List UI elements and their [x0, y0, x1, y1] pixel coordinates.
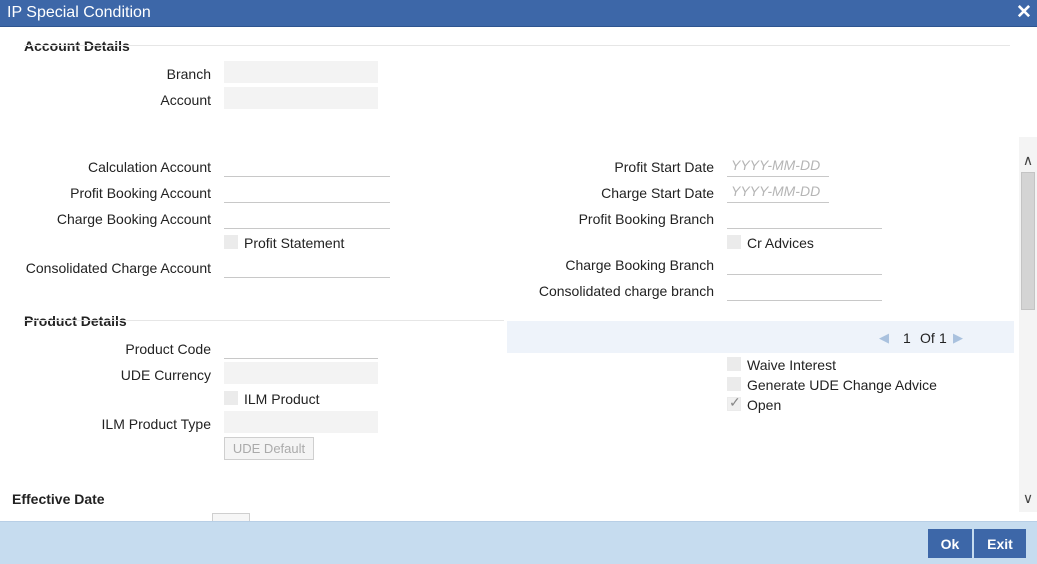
- product-code-input[interactable]: [224, 335, 378, 359]
- generate-ude-change-advice-label: Generate UDE Change Advice: [747, 377, 937, 393]
- generate-ude-change-advice-checkbox[interactable]: [727, 377, 741, 391]
- product-details-title: Product Details: [24, 313, 127, 329]
- product-details-divider: [24, 320, 504, 321]
- profit-booking-branch-label: Profit Booking Branch: [578, 211, 714, 227]
- scrollbar-thumb[interactable]: [1021, 172, 1035, 310]
- calculation-account-label: Calculation Account: [88, 159, 211, 175]
- product-pager-bar: ◀ 1 Of 1 ▶: [507, 321, 1014, 353]
- pager-next-icon[interactable]: ▶: [953, 330, 963, 346]
- pager-page: 1: [903, 330, 911, 346]
- waive-interest-checkbox[interactable]: [727, 357, 741, 371]
- cr-advices-label: Cr Advices: [747, 235, 814, 251]
- profit-booking-account-input[interactable]: [224, 179, 390, 203]
- account-field[interactable]: [224, 87, 378, 109]
- effective-date-title: Effective Date: [12, 491, 105, 507]
- charge-booking-branch-label: Charge Booking Branch: [565, 257, 714, 273]
- consolidated-charge-branch-input[interactable]: [727, 277, 882, 301]
- pager-total: 1: [939, 330, 947, 346]
- charge-start-date-label: Charge Start Date: [601, 185, 714, 201]
- profit-statement-checkbox[interactable]: [224, 235, 238, 249]
- open-checkbox[interactable]: [727, 394, 741, 411]
- ude-currency-label: UDE Currency: [120, 367, 211, 383]
- effective-date-clipped-toolbar: [0, 512, 1019, 521]
- profit-statement-label: Profit Statement: [244, 235, 345, 251]
- charge-booking-account-label: Charge Booking Account: [56, 211, 211, 227]
- close-icon[interactable]: ✕: [1014, 2, 1034, 24]
- profit-start-date-input[interactable]: [727, 153, 829, 177]
- product-code-label: Product Code: [125, 341, 211, 357]
- scroll-up-icon[interactable]: ∧: [1019, 151, 1037, 169]
- exit-button[interactable]: Exit: [974, 529, 1026, 558]
- pager-prev-icon[interactable]: ◀: [879, 330, 889, 346]
- charge-booking-account-input[interactable]: [224, 205, 390, 229]
- account-label: Account: [160, 92, 211, 108]
- clipped-go-button[interactable]: [212, 513, 250, 521]
- pager-of: Of: [920, 330, 935, 346]
- account-details-divider: [24, 45, 1010, 46]
- title-bar: IP Special Condition ✕: [0, 0, 1037, 27]
- ilm-product-label: ILM Product: [244, 391, 320, 407]
- window-title: IP Special Condition: [7, 4, 151, 21]
- open-label: Open: [747, 397, 782, 413]
- waive-interest-label: Waive Interest: [747, 357, 836, 373]
- charge-booking-branch-input[interactable]: [727, 251, 882, 275]
- charge-start-date-input[interactable]: [727, 179, 829, 203]
- ilm-product-checkbox[interactable]: [224, 391, 238, 405]
- branch-field[interactable]: [224, 61, 378, 83]
- consolidated-charge-account-input[interactable]: [224, 254, 390, 278]
- profit-start-date-label: Profit Start Date: [614, 159, 714, 175]
- account-details-title: Account Details: [24, 38, 130, 54]
- profit-booking-account-label: Profit Booking Account: [70, 185, 211, 201]
- consolidated-charge-branch-label: Consolidated charge branch: [538, 283, 714, 299]
- branch-label: Branch: [166, 66, 211, 82]
- cr-advices-checkbox[interactable]: [727, 235, 741, 249]
- ok-button[interactable]: Ok: [928, 529, 972, 558]
- calculation-account-input[interactable]: [224, 153, 390, 177]
- scroll-down-icon[interactable]: ∨: [1019, 489, 1037, 507]
- profit-booking-branch-input[interactable]: [727, 205, 882, 229]
- ilm-product-type-label: ILM Product Type: [101, 416, 211, 432]
- ilm-product-type-field[interactable]: [224, 411, 378, 433]
- consolidated-charge-account-label: Consolidated Charge Account: [25, 260, 211, 276]
- ude-currency-field[interactable]: [224, 362, 378, 384]
- ude-default-button[interactable]: UDE Default: [224, 437, 314, 460]
- footer-bar: [0, 521, 1037, 564]
